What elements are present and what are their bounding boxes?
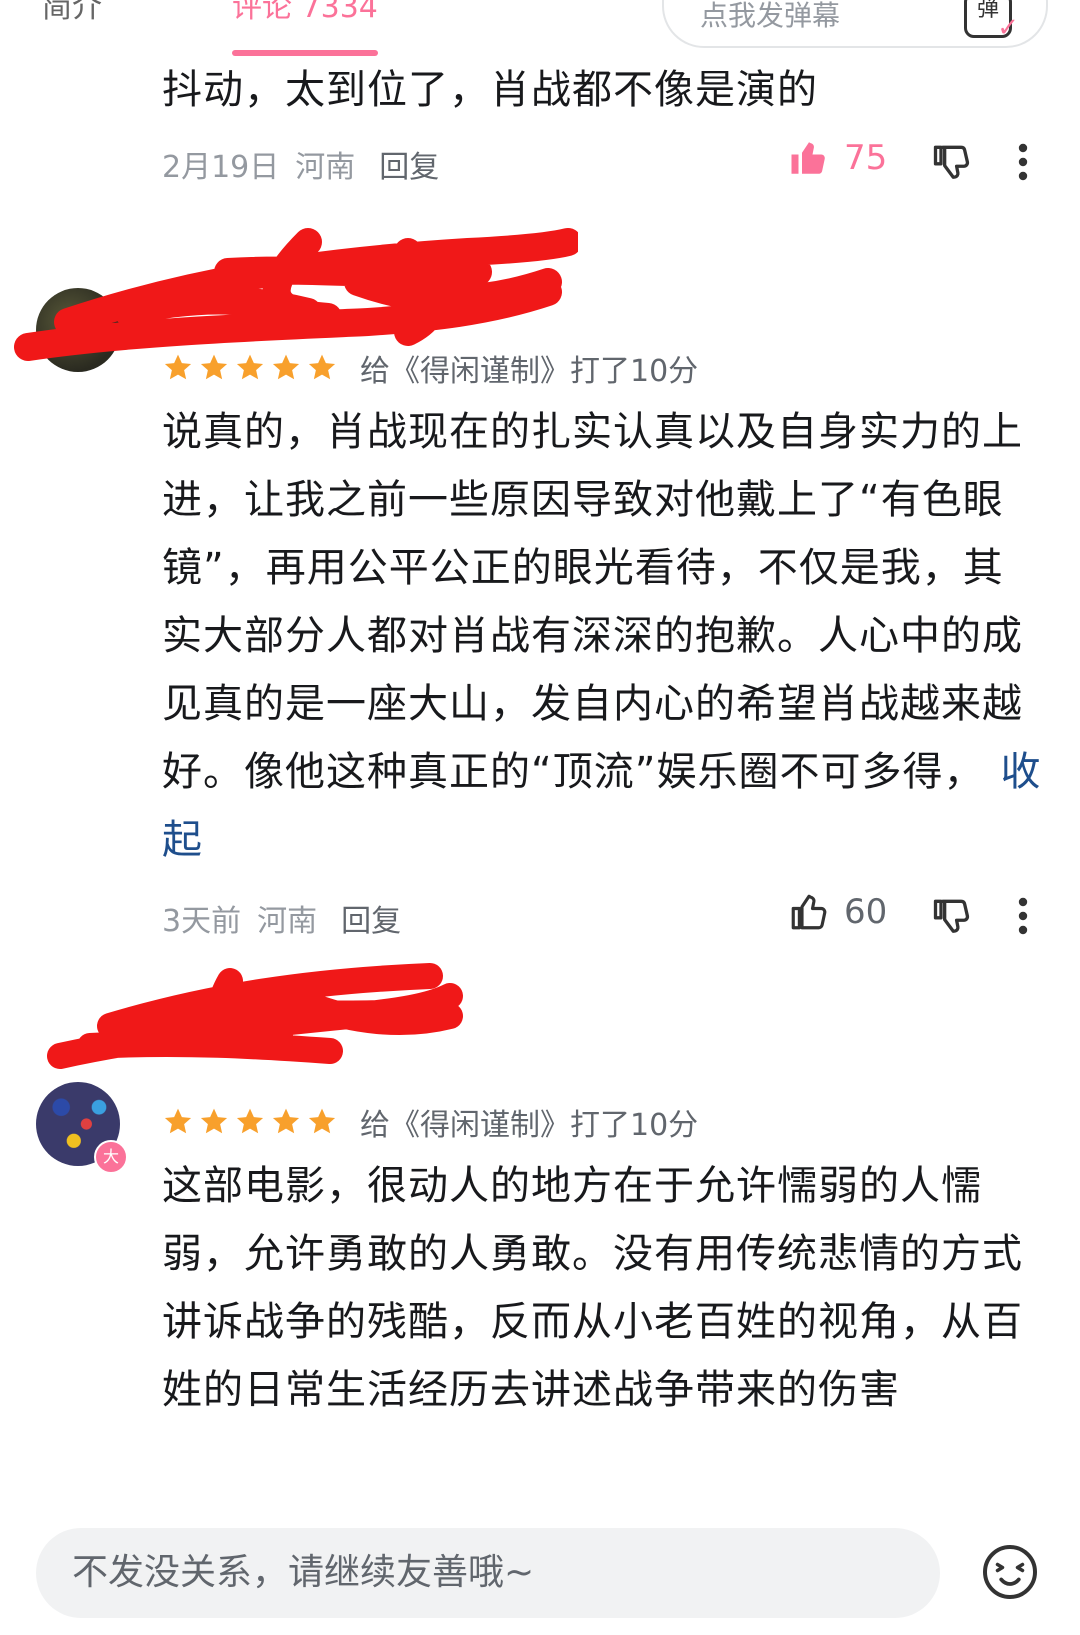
- rating-text: 给《得闲谨制》打了10分: [360, 1108, 699, 1143]
- like-button[interactable]: 75: [788, 137, 887, 179]
- danmaku-input[interactable]: 点我发弹幕 弹 ✓: [662, 0, 1048, 48]
- danmaku-placeholder: 点我发弹幕: [700, 0, 841, 32]
- more-vertical-icon[interactable]: [1016, 140, 1030, 184]
- comment-region: 河南: [257, 904, 318, 939]
- redaction-scribble: [47, 963, 463, 1069]
- star-icon: [200, 354, 228, 380]
- emoji-icon[interactable]: [980, 1542, 1040, 1602]
- redaction-scribble: [14, 228, 578, 361]
- danmaku-toggle-icon[interactable]: 弹 ✓: [964, 0, 1019, 43]
- comment-text: 这部电影，很动人的地方在于允许懦弱的人懦弱，允许勇敢的人勇敢。没有用传统悲情的方…: [162, 1163, 1023, 1413]
- tab-intro[interactable]: 简介: [42, 0, 102, 26]
- comment-text: 抖动，太到位了，肖战都不像是演的: [162, 67, 818, 113]
- top-tab-bar: 简介 评论 7334 点我发弹幕 弹 ✓: [0, 0, 1080, 58]
- tab-comments[interactable]: 评论 7334: [232, 0, 378, 26]
- like-count: 60: [844, 892, 888, 932]
- star-icon: [236, 354, 264, 380]
- star-rating: [162, 1106, 342, 1138]
- thumbs-down-icon[interactable]: [930, 140, 974, 184]
- star-icon: [308, 1108, 336, 1134]
- check-icon: ✓: [997, 13, 1019, 43]
- more-vertical-icon[interactable]: [1016, 894, 1030, 938]
- comment-text: 说真的，肖战现在的扎实认真以及自身实力的上进，让我之前一些原因导致对他戴上了“有…: [162, 398, 1042, 874]
- star-icon: [308, 354, 336, 380]
- rating-row: 给《得闲谨制》打了10分: [162, 346, 698, 390]
- comment-date: 2月19日: [162, 150, 280, 185]
- star-icon: [272, 1108, 300, 1134]
- danmaku-icon-label: 弹: [976, 0, 999, 22]
- comment-date: 3天前: [162, 904, 242, 939]
- comment-meta: 2月19日 河南 回复: [162, 142, 439, 186]
- star-rating: [162, 352, 342, 384]
- thumbs-up-icon: [791, 142, 825, 174]
- star-icon: [164, 1108, 192, 1134]
- comment-body: 说真的，肖战现在的扎实认真以及自身实力的上进，让我之前一些原因导致对他戴上了“有…: [162, 409, 1023, 795]
- rating-text: 给《得闲谨制》打了10分: [360, 354, 699, 389]
- reply-button[interactable]: 回复: [341, 904, 401, 939]
- star-icon: [200, 1108, 228, 1134]
- like-button[interactable]: 60: [788, 891, 887, 933]
- star-icon: [164, 354, 192, 380]
- comment-meta: 3天前 河南 回复: [162, 896, 401, 940]
- reply-button[interactable]: 回复: [379, 150, 439, 185]
- comment-input[interactable]: 不发没关系，请继续友善哦~: [36, 1528, 940, 1618]
- rating-row: 给《得闲谨制》打了10分: [162, 1100, 698, 1144]
- star-icon: [272, 354, 300, 380]
- thumbs-up-icon: [791, 894, 827, 930]
- vip-badge: 大: [94, 1140, 128, 1174]
- like-count: 75: [844, 138, 888, 178]
- comment-input-bar: 不发没关系，请继续友善哦~: [0, 1512, 1080, 1635]
- comment-region: 河南: [295, 150, 356, 185]
- thumbs-down-icon[interactable]: [930, 894, 974, 938]
- star-icon: [236, 1108, 264, 1134]
